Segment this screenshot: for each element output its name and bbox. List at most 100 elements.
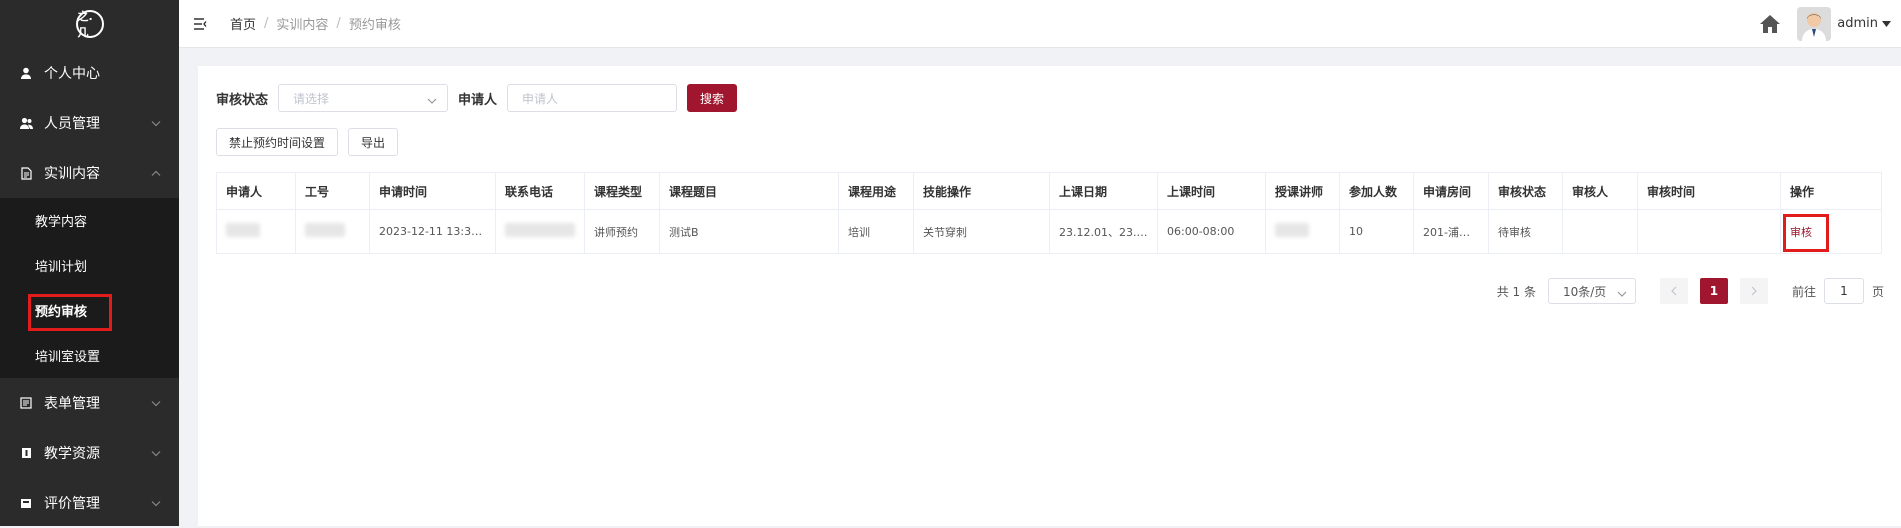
chevron-right-icon xyxy=(1751,286,1757,296)
cell-status: 待审核 xyxy=(1488,209,1563,254)
page-size-value: 10条/页 xyxy=(1562,284,1607,299)
cell-skill: 关节穿刺 xyxy=(913,209,1050,254)
column-header: 申请人 xyxy=(216,172,296,210)
column-header: 授课讲师 xyxy=(1265,172,1340,210)
page-size-select[interactable]: 10条/页 xyxy=(1547,278,1636,304)
action-bar: 禁止预约时间设置 导出 xyxy=(216,128,408,156)
sidebar-item-training-content[interactable]: 实训内容 xyxy=(0,148,179,198)
username[interactable]: admin xyxy=(1837,16,1878,31)
caret-down-icon[interactable] xyxy=(1882,16,1891,31)
column-header: 课程题目 xyxy=(659,172,839,210)
sidebar-item-label: 教学资源 xyxy=(44,446,100,462)
total-count: 共 1 条 xyxy=(1496,284,1536,299)
applicant-input-placeholder: 申请人 xyxy=(522,91,559,106)
home-icon[interactable] xyxy=(1759,14,1781,34)
prev-page-button[interactable] xyxy=(1659,278,1688,304)
sidebar-item-label: 评价管理 xyxy=(44,496,100,512)
sidebar-subitem-label: 培训室设置 xyxy=(35,350,101,365)
next-page-button[interactable] xyxy=(1739,278,1768,304)
goto-page-input[interactable]: 1 xyxy=(1823,278,1864,304)
column-header: 审核人 xyxy=(1562,172,1638,210)
sidebar-subitem-teaching-content[interactable]: 教学内容 xyxy=(0,198,179,243)
user-icon xyxy=(18,65,34,81)
sidebar-item-staff[interactable]: 人员管理 xyxy=(0,98,179,148)
sidebar: 之.几 个人中心 人员管理 实训内容 教学内容 培训计划 预约审核 培训室设置 … xyxy=(0,0,179,526)
disable-booking-time-button[interactable]: 禁止预约时间设置 xyxy=(216,128,339,156)
chevron-down-icon xyxy=(151,446,161,461)
status-select[interactable]: 请选择 xyxy=(278,84,449,112)
sidebar-subitem-label: 教学内容 xyxy=(35,215,88,230)
chevron-down-icon xyxy=(1617,286,1627,300)
search-button[interactable]: 搜索 xyxy=(687,84,738,112)
column-header: 申请房间 xyxy=(1413,172,1489,210)
column-header: 审核时间 xyxy=(1637,172,1781,210)
export-button[interactable]: 导出 xyxy=(348,128,399,156)
breadcrumb: 首页 / 实训内容 / 预约审核 xyxy=(230,14,401,33)
filter-bar: 审核状态 请选择 申请人 申请人 搜索 xyxy=(216,84,738,112)
breadcrumb-current: 预约审核 xyxy=(348,18,401,33)
breadcrumb-item[interactable]: 实训内容 xyxy=(276,14,328,33)
cell-course-type: 讲师预约 xyxy=(584,209,660,254)
breadcrumb-home[interactable]: 首页 xyxy=(230,14,256,33)
redacted-text xyxy=(505,223,575,237)
applicant-input[interactable]: 申请人 xyxy=(507,84,678,112)
form-icon xyxy=(18,395,34,411)
breadcrumb-separator: / xyxy=(336,16,341,31)
column-header: 上课日期 xyxy=(1049,172,1158,210)
cell-phone xyxy=(495,209,585,254)
header-user-area: admin xyxy=(1759,6,1891,41)
cell-participants: 10 xyxy=(1339,209,1414,254)
table-row: 2023-12-11 13:34:45 讲师预约 测试B 培训 关节穿刺 23.… xyxy=(216,209,1882,254)
column-header: 工号 xyxy=(295,172,370,210)
menu-toggle-icon[interactable] xyxy=(194,17,208,30)
cell-operation: 审核 xyxy=(1780,209,1882,254)
page-number-current[interactable]: 1 xyxy=(1699,278,1728,304)
cell-course-title: 测试B xyxy=(659,209,839,254)
sidebar-item-label: 个人中心 xyxy=(44,66,100,82)
cell-class-date: 23.12.01、23.1… xyxy=(1049,209,1158,254)
goto-page: 前往 1 页 xyxy=(1792,278,1884,304)
highlight-box xyxy=(28,294,112,331)
column-header: 上课时间 xyxy=(1157,172,1266,210)
breadcrumb-separator: / xyxy=(264,16,269,31)
cell-lecturer xyxy=(1265,209,1340,254)
chevron-down-icon xyxy=(151,496,161,511)
sidebar-item-teaching-resources[interactable]: 教学资源 xyxy=(0,428,179,478)
logo-mark: 之.几 xyxy=(75,10,104,39)
chevron-up-icon xyxy=(151,166,161,181)
column-header: 申请时间 xyxy=(369,172,496,210)
cell-class-time: 06:00-08:00 xyxy=(1157,209,1266,254)
column-header: 课程用途 xyxy=(838,172,914,210)
chevron-down-icon xyxy=(151,116,161,131)
sidebar-subitem-room-settings[interactable]: 培训室设置 xyxy=(0,333,179,378)
users-icon xyxy=(18,115,34,131)
logo: 之.几 xyxy=(0,0,179,48)
sidebar-item-personal-center[interactable]: 个人中心 xyxy=(0,48,179,98)
goto-prefix: 前往 xyxy=(1791,284,1816,299)
rating-icon xyxy=(18,495,34,511)
column-header: 操作 xyxy=(1780,172,1882,210)
document-icon xyxy=(18,165,34,181)
book-icon xyxy=(18,445,34,461)
sidebar-subitem-booking-review[interactable]: 预约审核 xyxy=(0,288,179,333)
status-filter-label: 审核状态 xyxy=(216,92,269,108)
column-header: 课程类型 xyxy=(584,172,660,210)
chevron-down-icon xyxy=(151,396,161,411)
sidebar-item-form-management[interactable]: 表单管理 xyxy=(0,378,179,428)
highlight-box xyxy=(1783,214,1829,252)
avatar[interactable] xyxy=(1797,6,1832,41)
cell-reviewer xyxy=(1562,209,1638,254)
goto-suffix: 页 xyxy=(1871,284,1884,299)
redacted-text xyxy=(226,223,260,237)
sidebar-item-evaluation[interactable]: 评价管理 xyxy=(0,478,179,528)
sidebar-item-label: 人员管理 xyxy=(44,116,100,132)
top-header: 首页 / 实训内容 / 预约审核 admin xyxy=(179,0,1901,48)
redacted-text xyxy=(305,223,345,237)
column-header: 审核状态 xyxy=(1488,172,1563,210)
cell-applicant xyxy=(216,209,296,254)
cell-review-time xyxy=(1637,209,1781,254)
sidebar-subitem-training-plan[interactable]: 培训计划 xyxy=(0,243,179,288)
redacted-text xyxy=(1275,223,1309,237)
pagination: 共 1 条 10条/页 1 前往 1 页 xyxy=(1497,278,1884,304)
cell-employee-id xyxy=(295,209,370,254)
